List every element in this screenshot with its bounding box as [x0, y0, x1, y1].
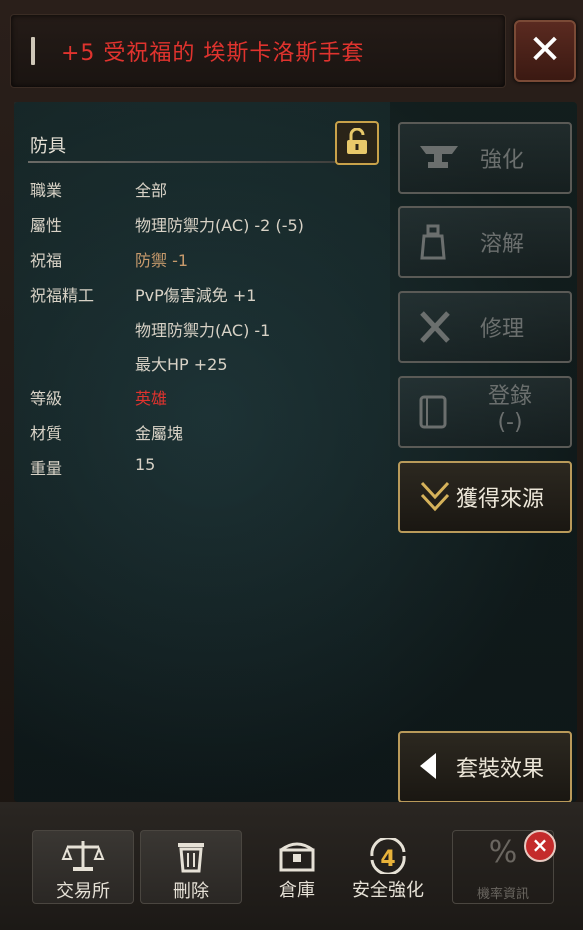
warehouse-button[interactable]: 倉庫 — [247, 830, 347, 902]
book-icon — [419, 395, 447, 429]
register-count: (-) — [497, 410, 523, 435]
chevron-emblem-icon — [420, 481, 450, 512]
safe-enhance-label: 安全強化 — [352, 880, 424, 901]
prop-value-pvp: PvP傷害減免 +1 — [135, 286, 257, 305]
prop-label-blessing-refine: 祝福精工 — [30, 286, 95, 305]
title-bar: +5 受祝福的 埃斯卡洛斯手套 — [10, 14, 506, 88]
probability-label: 機率資訊 — [476, 887, 529, 902]
trash-icon — [178, 843, 204, 873]
panel-background-art — [14, 102, 390, 802]
close-button[interactable]: ✕ — [514, 20, 576, 82]
repair-label: 修理 — [480, 317, 525, 342]
register-label: 登錄 (-) — [480, 384, 540, 436]
prop-value-blessing: 防禦 -1 — [135, 251, 189, 270]
prop-label-material: 材質 — [30, 424, 63, 443]
prop-label-grade: 等級 — [30, 389, 63, 408]
enhance-label: 強化 — [480, 148, 525, 173]
category-divider — [28, 161, 378, 163]
safe-enhance-button[interactable]: 4 安全強化 — [340, 830, 436, 902]
item-name: +5 受祝福的 埃斯卡洛斯手套 — [61, 41, 365, 66]
trade-button[interactable]: 交易所 — [32, 830, 134, 904]
set-effect-button[interactable]: 套裝效果 — [398, 731, 572, 803]
lock-button[interactable] — [335, 121, 379, 165]
anvil-icon — [420, 146, 458, 168]
acquire-source-label: 獲得來源 — [456, 487, 545, 512]
unlock-icon — [347, 128, 367, 154]
prop-value-material: 金屬塊 — [135, 424, 184, 443]
tools-icon — [420, 311, 450, 343]
prop-value-maxhp: 最大HP +25 — [135, 355, 228, 374]
dissolve-label: 溶解 — [480, 232, 525, 257]
safe-enhance-badge: 4 — [380, 847, 395, 872]
prop-value-ac: 物理防禦力(AC) -1 — [135, 321, 271, 340]
delete-label: 刪除 — [173, 881, 209, 902]
chest-icon — [279, 842, 315, 872]
caret-left-icon — [420, 753, 436, 779]
prop-label-class: 職業 — [30, 181, 63, 200]
delete-button[interactable]: 刪除 — [140, 830, 242, 904]
warehouse-label: 倉庫 — [279, 880, 315, 901]
set-effect-label: 套裝效果 — [456, 757, 545, 782]
enhance-button[interactable]: 強化 — [398, 122, 572, 194]
prop-label-weight: 重量 — [30, 459, 63, 478]
title-marker — [31, 37, 35, 65]
prop-value-class: 全部 — [135, 181, 168, 200]
acquire-source-button[interactable]: 獲得來源 — [398, 461, 572, 533]
prop-value-weight: 15 — [135, 455, 156, 474]
close-circle-icon[interactable]: × — [524, 830, 556, 862]
register-text: 登錄 — [487, 384, 532, 409]
item-category: 防具 — [30, 136, 66, 157]
trade-label: 交易所 — [56, 881, 110, 902]
prop-label-attribute: 屬性 — [30, 216, 63, 235]
close-icon: ✕ — [528, 27, 562, 73]
dissolve-button[interactable]: 溶解 — [398, 206, 572, 278]
scale-icon — [61, 841, 105, 871]
prop-value-attribute: 物理防禦力(AC) -2 (-5) — [135, 216, 304, 235]
prop-value-grade: 英雄 — [135, 389, 168, 408]
register-button[interactable]: 登錄 (-) — [398, 376, 572, 448]
potion-icon — [420, 224, 446, 260]
prop-label-blessing: 祝福 — [30, 251, 63, 270]
safe-enhance-icon: 4 — [370, 838, 406, 874]
repair-button[interactable]: 修理 — [398, 291, 572, 363]
